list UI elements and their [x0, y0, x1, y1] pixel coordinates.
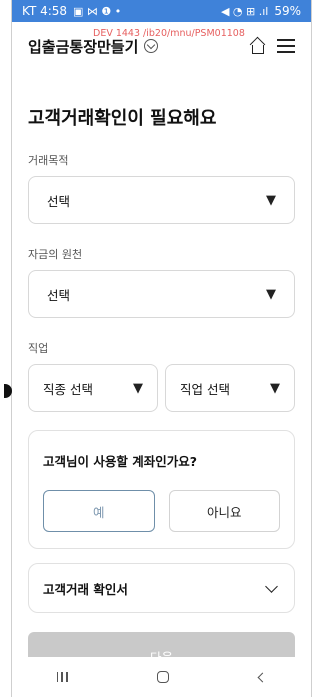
chevron-down-icon	[265, 579, 278, 593]
account-owner-question: 고객님이 사용할 계좌인가요?	[43, 454, 197, 469]
status-time: KT 4:58	[22, 4, 68, 18]
chevron-down-circle-icon[interactable]	[144, 39, 159, 53]
customer-confirmation-label: 고객거래 확인서	[43, 581, 128, 597]
home-icon[interactable]	[249, 39, 265, 54]
left-frame	[0, 0, 12, 697]
dev-tag: DEV 1443 /ib20/mnu/PSM01108	[93, 28, 245, 39]
purpose-select-value: 선택	[47, 193, 71, 209]
yes-no-row: 예 아니요	[43, 490, 280, 532]
job-select-row: 직종 선택 ▼ 직업 선택 ▼	[28, 364, 295, 412]
battery-level: 59%	[274, 4, 301, 18]
page-title: 고객거래확인이 필요해요	[28, 108, 217, 129]
yes-button[interactable]: 예	[43, 490, 155, 532]
job-label: 직업	[28, 342, 49, 355]
job-select-value: 직업 선택	[180, 381, 230, 397]
customer-confirmation-toggle[interactable]: 고객거래 확인서	[28, 563, 295, 613]
notification-icons: ▣ ⋈ ❶ •	[73, 4, 122, 18]
fund-source-select-value: 선택	[47, 287, 71, 303]
system-nav-bar	[12, 657, 311, 697]
fund-source-select[interactable]: 선택 ▼	[28, 270, 295, 318]
fund-source-label: 자금의 원천	[28, 248, 83, 261]
status-bar: KT 4:58 ▣ ⋈ ❶ • ◀ ◔ ⊞ .ıl 59%	[12, 0, 311, 22]
purpose-select[interactable]: 선택 ▼	[28, 176, 295, 224]
no-button[interactable]: 아니요	[168, 490, 280, 532]
purpose-label: 거래목적	[28, 154, 69, 167]
signal-icons: ◀ ◔ ⊞ .ıl	[220, 4, 269, 18]
account-owner-card: 고객님이 사용할 계좌인가요? 예 아니요	[28, 430, 295, 549]
dropdown-arrow-icon: ▼	[133, 380, 143, 396]
main-content: 고객거래확인이 필요해요 거래목적 선택 ▼ 자금의 원천 선택 ▼ 직업 직종…	[12, 104, 311, 680]
dropdown-arrow-icon: ▼	[270, 380, 280, 396]
app-header: DEV 1443 /ib20/mnu/PSM01108 입출금통장만들기	[12, 22, 311, 70]
recents-icon[interactable]	[56, 672, 68, 682]
home-nav-icon[interactable]	[157, 671, 170, 683]
menu-icon[interactable]	[277, 39, 295, 53]
app-screen: KT 4:58 ▣ ⋈ ❶ • ◀ ◔ ⊞ .ıl 59% DEV 1443 /…	[12, 0, 311, 697]
status-left: KT 4:58 ▣ ⋈ ❶ •	[22, 4, 121, 18]
dropdown-arrow-icon: ▼	[266, 192, 276, 208]
job-type-select-value: 직종 선택	[43, 381, 93, 397]
job-type-select[interactable]: 직종 선택 ▼	[28, 364, 158, 412]
job-select[interactable]: 직업 선택 ▼	[165, 364, 295, 412]
right-frame	[311, 0, 323, 697]
back-icon[interactable]	[257, 672, 268, 682]
dropdown-arrow-icon: ▼	[266, 286, 276, 302]
status-right: ◀ ◔ ⊞ .ıl 59%	[221, 4, 301, 18]
header-actions	[249, 39, 295, 54]
